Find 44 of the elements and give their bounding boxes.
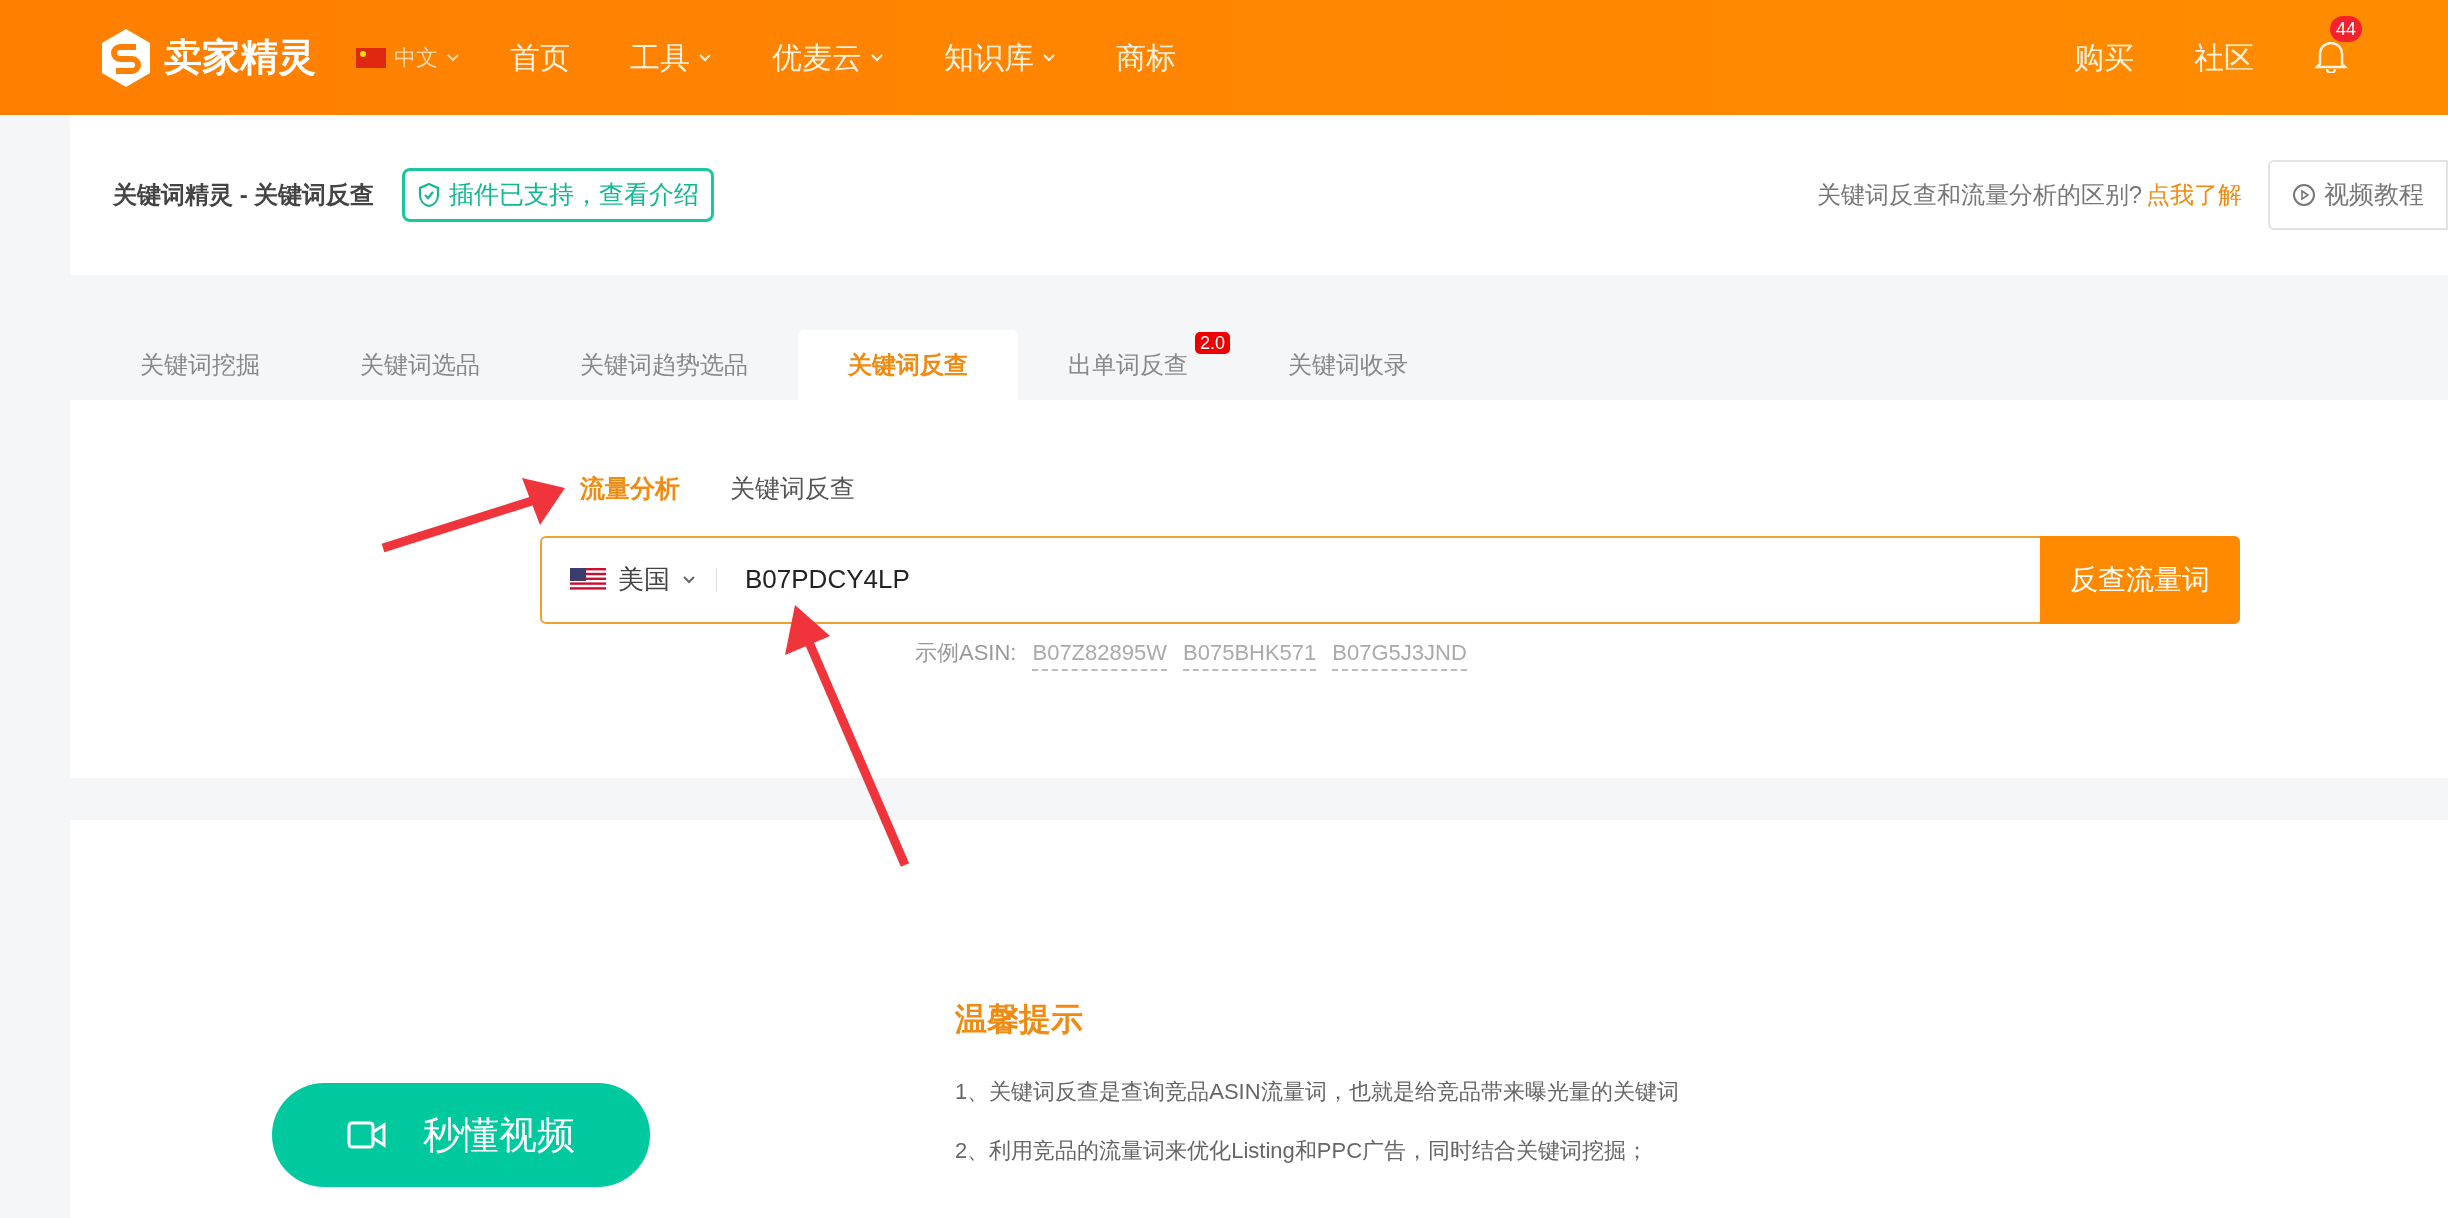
plugin-supported-badge[interactable]: 插件已支持，查看介绍 xyxy=(402,168,715,222)
example-asin-link[interactable]: B07G5J3JND xyxy=(1332,635,1467,671)
version-badge: 2.0 xyxy=(1194,332,1230,354)
video-explainer-button[interactable]: 秒懂视频 xyxy=(272,1083,650,1187)
tab[interactable]: 关键词挖掘 xyxy=(90,330,310,400)
china-flag-icon xyxy=(356,47,386,68)
tips-heading: 温馨提示 xyxy=(955,1000,1084,1039)
page-title: 关键词精灵 - 关键词反查 xyxy=(113,180,375,210)
asin-search-field[interactable]: 美国 B07PDCY4LP 反查流量词 xyxy=(540,535,2240,624)
video-camera-icon xyxy=(347,1120,387,1150)
example-asin-link[interactable]: B075BHK571 xyxy=(1183,635,1317,671)
example-asin-link[interactable]: B07Z82895W xyxy=(1032,635,1167,671)
nav-link[interactable]: 工具 xyxy=(630,35,712,80)
notification-count-badge: 44 xyxy=(2330,16,2363,42)
nav-link[interactable]: 优麦云 xyxy=(772,35,884,80)
play-circle-icon xyxy=(2292,183,2316,207)
caret-icon xyxy=(682,574,696,585)
nav-link[interactable]: 知识库 xyxy=(944,35,1056,80)
difference-question: 关键词反查和流量分析的区别? xyxy=(1816,180,2142,210)
country-selector[interactable]: 美国 xyxy=(542,560,716,599)
tab[interactable]: 出单词反查 2.0 xyxy=(1018,330,1238,400)
logo-icon xyxy=(100,26,152,89)
search-traffic-keywords-button[interactable]: 反查流量词 xyxy=(2040,535,2240,624)
tab[interactable]: 关键词收录 xyxy=(1238,330,1458,400)
tab[interactable]: 关键词选品 xyxy=(310,330,530,400)
notification-bell-icon[interactable] xyxy=(2314,42,2348,73)
tab[interactable]: 关键词反查 xyxy=(798,330,1018,400)
nav-link[interactable]: 购买 xyxy=(2074,35,2134,80)
learn-more-link[interactable]: 点我了解 xyxy=(2146,177,2242,213)
brand-name: 卖家精灵 xyxy=(164,35,316,80)
nav-link[interactable]: 社区 xyxy=(2194,35,2254,80)
example-asin-label: 示例ASIN: xyxy=(915,638,1017,667)
tip-text: 2、利用竞品的流量词来优化Listing和PPC广告，同时结合关键词挖掘； xyxy=(955,1137,1650,1165)
language-selector[interactable]: 中文 xyxy=(356,41,460,74)
nav-link[interactable]: 首页 xyxy=(510,35,570,80)
shield-check-icon xyxy=(417,182,442,208)
tab[interactable]: 关键词趋势选品 xyxy=(530,330,798,400)
video-tutorial-button[interactable]: 视频教程 xyxy=(2268,160,2448,230)
caret-icon xyxy=(446,52,460,63)
us-flag-icon xyxy=(570,567,606,592)
sub-tab[interactable]: 流量分析 xyxy=(580,470,680,508)
tip-text: 1、关键词反查是查询竞品ASIN流量词，也就是给竞品带来曝光量的关键词 xyxy=(955,1078,1679,1106)
nav-link[interactable]: 商标 xyxy=(1116,35,1176,80)
sub-tab[interactable]: 关键词反查 xyxy=(730,470,855,508)
